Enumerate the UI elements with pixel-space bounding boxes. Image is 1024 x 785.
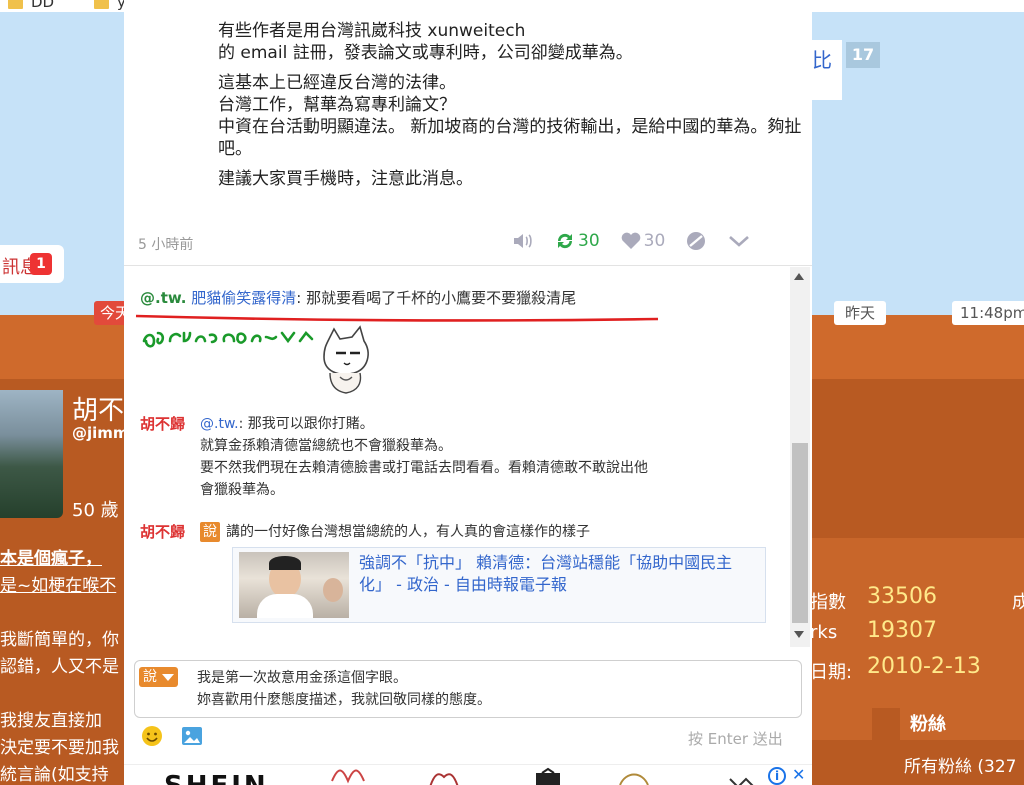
intro-line: 統言論(如支持 (0, 765, 109, 785)
chevron-down-icon (729, 236, 750, 247)
post-paragraph: 有些作者是用台灣訊崴科技 xunweitech 的 email 註冊，發表論文或… (218, 21, 633, 63)
intro-line: 我搜友直接加 (0, 711, 102, 731)
speaker-icon (514, 234, 532, 248)
chevron-down-icon (162, 673, 174, 681)
heart-icon (621, 232, 640, 249)
ad-info-icon[interactable]: i (768, 767, 786, 785)
stat-index: 指數 33506 (810, 584, 937, 613)
intro-line: 決定要不要加我 (0, 738, 119, 758)
image-upload-icon[interactable] (180, 724, 204, 748)
reply-type-dropdown[interactable]: 說 (139, 667, 178, 687)
reply-input-box[interactable]: 說 我是第一次故意用金孫這個字眼。 妳喜歡用什麼態度描述，我就回敬同樣的態度。 (134, 660, 802, 718)
stat-date: 日期: 2010-2-13 (810, 654, 981, 683)
post-paragraph: 這基本上已經違反台灣的法律。 台灣工作，幫華為寫專利論文？ 中資在台活動明顯違法… (218, 73, 802, 159)
fans-title: 粉絲 (900, 706, 1024, 740)
comment-scrollbar[interactable] (790, 267, 810, 647)
comment-list[interactable]: @.tw. 肥貓偷笑露得清: 那就要看喝了千杯的小鷹要不要獵殺清尾 胡不歸 @.… (124, 267, 812, 657)
folder-icon (94, 0, 109, 9)
sticker-cat-image (323, 325, 369, 394)
post-actions: 30 30 (512, 228, 771, 254)
like-count: 30 (643, 231, 666, 251)
say-tag: 說 (200, 522, 220, 542)
block-icon (687, 232, 706, 250)
ad-product-image (536, 767, 560, 785)
block-button[interactable] (685, 230, 707, 252)
news-title-link[interactable]: 強調不「抗中」 賴清德：台灣站穩能「協助中國民主化」 - 政治 - 自由時報電子… (359, 552, 763, 596)
comment-text: : 那就要看喝了千杯的小鷹要不要獵殺清尾 (296, 289, 577, 307)
post-timestamp[interactable]: 5 小時前 (138, 234, 193, 254)
post-body: 有些作者是用台灣訊崴科技 xunweitech 的 email 註冊，發表論文或… (218, 20, 808, 198)
close-icon[interactable]: ✕ (792, 765, 805, 784)
send-hint: 按 Enter 送出 (688, 730, 783, 748)
emoji-icon[interactable] (140, 724, 164, 748)
intro-line: 是~如梗在喉不 (0, 576, 117, 596)
news-thumbnail (239, 552, 349, 618)
intro-line: 我斷簡單的，你 (0, 630, 119, 650)
sticker-script-image (142, 331, 314, 348)
comment-body: 說講的一付好像台灣想當總統的人，有人真的會這樣作的樣子 (200, 521, 760, 543)
ad-product-image (619, 773, 649, 785)
time-label: 11:48pm (952, 301, 1024, 325)
ad-product-image (729, 777, 754, 785)
mention-link[interactable]: @.tw. (200, 416, 239, 432)
side-card: 比 (810, 40, 842, 100)
ad-product-image (331, 769, 365, 784)
ad-banner[interactable]: SHEIN i ✕ (124, 764, 812, 785)
intro-line: 認錯，人又不是 (0, 657, 119, 677)
scroll-up-arrow[interactable] (794, 273, 804, 280)
intro-line: 本是個瘋子， (0, 549, 102, 569)
comment-first: @.tw. 肥貓偷笑露得清: 那就要看喝了千杯的小鷹要不要獵殺清尾 (140, 287, 576, 308)
scroll-down-arrow[interactable] (794, 631, 804, 638)
comment-user-name[interactable]: 肥貓偷笑露得清 (191, 289, 296, 307)
post-card: 有些作者是用台灣訊崴科技 xunweitech 的 email 註冊，發表論文或… (124, 0, 812, 266)
news-preview-card[interactable]: 強調不「抗中」 賴清德：台灣站穩能「協助中國民主化」 - 政治 - 自由時報電子… (232, 547, 766, 623)
comment-body: @.tw.: 那我可以跟你打賭。 就算金孫賴清德當總統也不會獵殺華為。 要不然我… (200, 416, 648, 498)
comment-author[interactable]: 胡不歸 (140, 521, 185, 543)
fans-divider (810, 706, 872, 740)
reply-input-text[interactable]: 我是第一次故意用金孫這個字眼。 妳喜歡用什麼態度描述，我就回敬同樣的態度。 (197, 667, 491, 711)
side-count-badge: 17 (846, 42, 880, 68)
profile-age: 50 歲 (72, 500, 119, 521)
stat-extra: 成 (1012, 592, 1024, 613)
red-underline-mark (135, 314, 659, 322)
comment-user-handle[interactable]: @.tw. (140, 289, 186, 307)
comment-author[interactable]: 胡不歸 (140, 413, 185, 435)
scroll-thumb[interactable] (792, 443, 808, 623)
repost-count: 30 (578, 231, 600, 251)
folder-icon (8, 0, 23, 9)
bookmark-dd[interactable]: DD (8, 0, 54, 11)
stat-works: rks 19307 (810, 618, 937, 643)
repost-button[interactable]: 30 (554, 230, 600, 252)
notification-count-badge: 1 (30, 253, 52, 275)
profile-avatar[interactable] (0, 390, 63, 518)
post-popup: 有些作者是用台灣訊崴科技 xunweitech 的 email 註冊，發表論文或… (124, 0, 812, 785)
profile-intro: 本是個瘋子， 是~如梗在喉不 我斷簡單的，你 認錯，人又不是 我搜友直接加 決定… (0, 546, 119, 785)
yesterday-label: 昨天 (834, 301, 886, 325)
post-paragraph: 建議大家買手機時，注意此消息。 (218, 169, 473, 189)
notification-pill[interactable]: 訊息 1 (0, 245, 64, 283)
speaker-button[interactable] (512, 231, 534, 251)
ad-product-image (429, 773, 459, 785)
ad-brand: SHEIN (164, 771, 269, 785)
like-button[interactable]: 30 (620, 231, 666, 251)
repost-icon (557, 233, 573, 249)
side-link[interactable]: 比 (812, 44, 832, 73)
more-menu-button[interactable] (727, 231, 751, 251)
all-fans-link[interactable]: 所有粉絲 (327 (904, 752, 1016, 777)
